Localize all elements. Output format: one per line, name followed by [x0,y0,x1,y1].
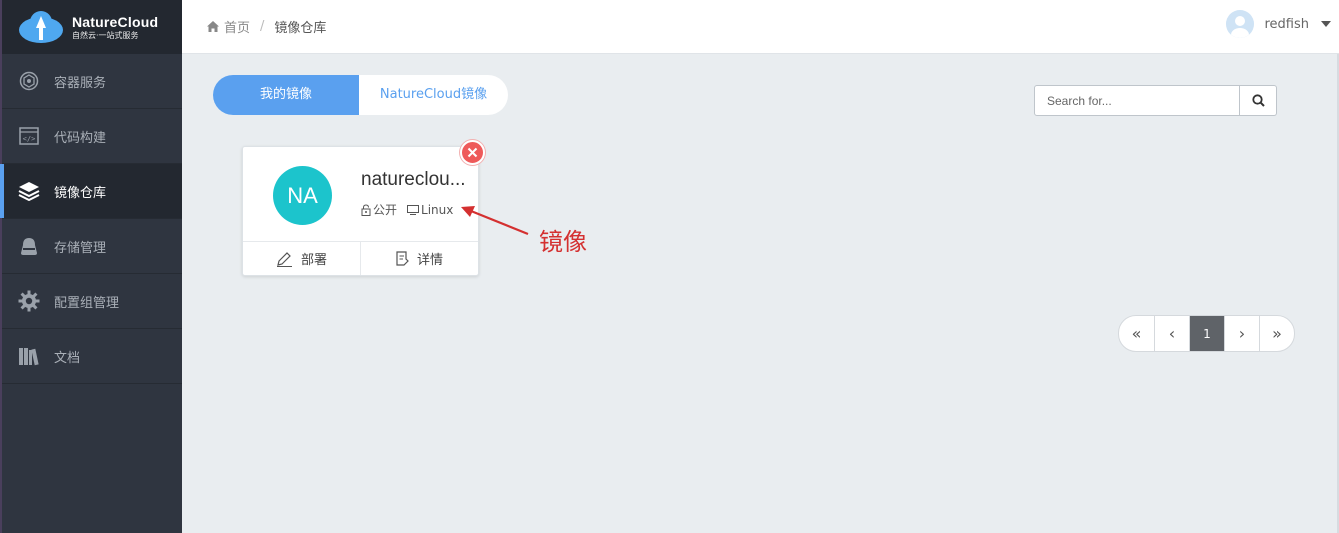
svg-text:</>: </> [23,135,36,143]
os-label: Linux [421,202,454,217]
caret-down-icon [1321,21,1331,27]
edit-icon [276,251,292,267]
sidebar-item-image-registry[interactable]: 镜像仓库 [0,164,182,219]
lock-icon [361,203,371,216]
avatar [1226,10,1255,38]
delete-image-button[interactable] [460,140,485,165]
top-header: 首页 / 镜像仓库 redfish [182,0,1339,54]
sidebar-item-label: 镜像仓库 [54,185,107,201]
annotation-arrow-icon [461,206,529,236]
sidebar-item-label: 代码构建 [54,130,107,146]
os-badge: Linux [407,203,453,217]
search-button[interactable] [1240,85,1277,116]
image-name: natureclou... [361,169,466,190]
code-icon: </> [18,125,40,147]
search-icon [1251,94,1265,107]
gear-icon [18,290,40,312]
visibility-label: 公开 [373,203,398,217]
monitor-icon [407,204,420,215]
books-icon [18,345,40,367]
sidebar-item-docs[interactable]: 文档 [2,329,182,384]
sidebar-item-storage[interactable]: 存储管理 [2,219,182,274]
cloud-logo-icon [16,10,66,44]
user-name: redfish [1264,16,1309,32]
storage-icon [18,235,40,257]
page-prev-button[interactable]: ‹ [1154,316,1189,351]
pagination: « ‹ 1 › » [1118,315,1295,352]
logo-subtitle: 自然云·一站式服务 [72,30,139,40]
tab-naturecloud-images[interactable]: NatureCloud镜像 [359,75,508,115]
image-meta: 公开 Linux [361,201,463,218]
breadcrumb-home[interactable]: 首页 [207,17,250,36]
annotation-label: 镜像 [539,228,587,256]
page-next-button[interactable]: › [1224,316,1259,351]
document-icon [396,251,409,266]
cube-icon [18,70,40,92]
search-bar [1034,85,1277,116]
breadcrumb: 首页 / 镜像仓库 [207,17,326,36]
details-label: 详情 [416,253,443,268]
home-icon [207,21,219,32]
user-menu[interactable]: redfish [1226,10,1331,38]
breadcrumb-separator: / [260,19,265,34]
layers-icon [18,180,40,202]
deploy-button[interactable]: 部署 [243,242,360,275]
details-button[interactable]: 详情 [360,242,478,275]
page-last-button[interactable]: » [1259,316,1294,351]
sidebar-item-label: 存储管理 [54,240,107,256]
visibility-badge: 公开 [361,201,397,218]
image-card[interactable]: NA natureclou... 公开 Linux 部署 详情 [242,146,479,276]
search-input[interactable] [1034,85,1240,116]
deploy-label: 部署 [300,253,327,268]
sidebar-item-container-service[interactable]: 容器服务 [2,54,182,109]
sidebar-item-label: 容器服务 [54,75,107,91]
close-icon [467,147,478,158]
breadcrumb-current: 镜像仓库 [274,21,327,36]
breadcrumb-home-label: 首页 [224,21,251,36]
image-tabs: 我的镜像 NatureCloud镜像 [213,75,508,115]
image-avatar: NA [273,166,332,225]
sidebar-item-code-build[interactable]: </> 代码构建 [2,109,182,164]
card-actions: 部署 详情 [243,241,478,275]
tab-my-images[interactable]: 我的镜像 [213,75,359,115]
sidebar-item-config-group[interactable]: 配置组管理 [2,274,182,329]
sidebar-item-label: 配置组管理 [54,295,120,311]
logo-title: NatureCloud [72,13,159,30]
logo[interactable]: NatureCloud 自然云·一站式服务 [2,0,182,54]
sidebar-nav: 容器服务 </> 代码构建 镜像仓库 存储管理 配置组管理 文档 [0,54,182,384]
sidebar: NatureCloud 自然云·一站式服务 容器服务 </> 代码构建 镜像仓库 [0,0,182,533]
sidebar-item-label: 文档 [54,350,81,366]
page-current[interactable]: 1 [1189,316,1224,351]
page-first-button[interactable]: « [1119,316,1154,351]
